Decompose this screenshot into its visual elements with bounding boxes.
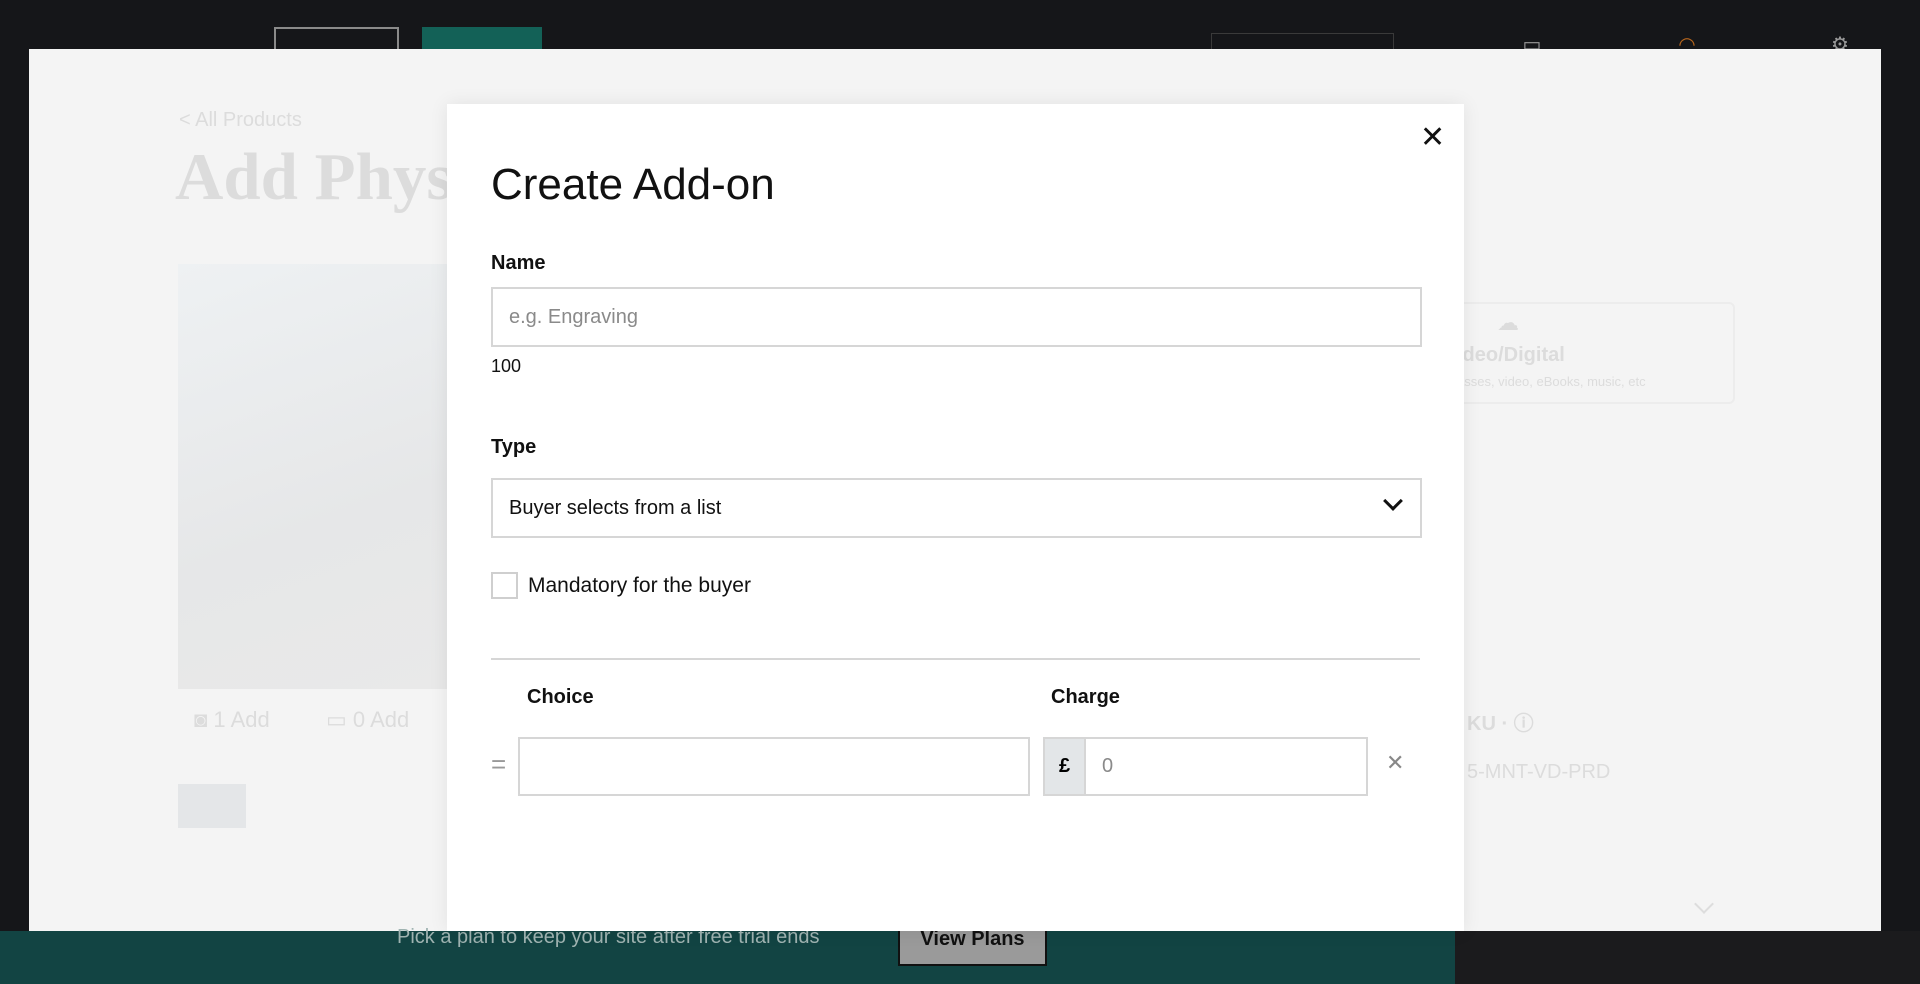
chevron-down-icon xyxy=(1694,894,1714,914)
drag-handle-icon[interactable]: = xyxy=(491,749,506,780)
choice-header: Choice xyxy=(527,686,594,708)
currency-prefix: £ xyxy=(1043,737,1086,796)
name-label: Name xyxy=(491,252,546,274)
mandatory-checkbox[interactable] xyxy=(491,572,518,599)
video-icon: ▭ xyxy=(326,707,347,732)
type-card-digital: ☁ ideo/Digital asses, video, eBooks, mus… xyxy=(1455,302,1735,404)
charge-header: Charge xyxy=(1051,686,1120,708)
sku-label: KU · ⓘ xyxy=(1467,713,1534,735)
mandatory-label: Mandatory for the buyer xyxy=(528,574,751,597)
video-count: ▭ 0 Add xyxy=(326,707,410,732)
sku-value: 5-MNT-VD-PRD xyxy=(1467,761,1611,783)
close-icon[interactable]: ✕ xyxy=(1420,120,1445,155)
photo-count: ◙ 1 Add xyxy=(194,707,270,732)
remove-choice-icon[interactable]: ✕ xyxy=(1386,750,1404,776)
name-input[interactable] xyxy=(491,287,1422,347)
thumbnail xyxy=(178,784,246,828)
charge-input[interactable] xyxy=(1084,737,1368,796)
choice-input[interactable] xyxy=(518,737,1030,796)
cloud-download-icon: ☁ xyxy=(1497,310,1519,335)
banner-right xyxy=(1455,931,1920,984)
help-icon: ⓘ xyxy=(1513,713,1534,735)
divider xyxy=(491,658,1420,660)
type-label: Type xyxy=(491,436,537,458)
modal-title: Create Add-on xyxy=(491,160,775,209)
create-addon-modal: Create Add-on ✕ Name 100 Type Buyer sele… xyxy=(447,104,1464,931)
type-select[interactable]: Buyer selects from a list xyxy=(491,478,1422,538)
page-title: Add Phys xyxy=(175,140,453,214)
camera-icon: ◙ xyxy=(194,707,208,732)
chevron-down-icon xyxy=(1383,491,1403,511)
name-char-counter: 100 xyxy=(491,356,522,376)
back-link: < All Products xyxy=(179,109,302,131)
product-image xyxy=(178,264,447,689)
